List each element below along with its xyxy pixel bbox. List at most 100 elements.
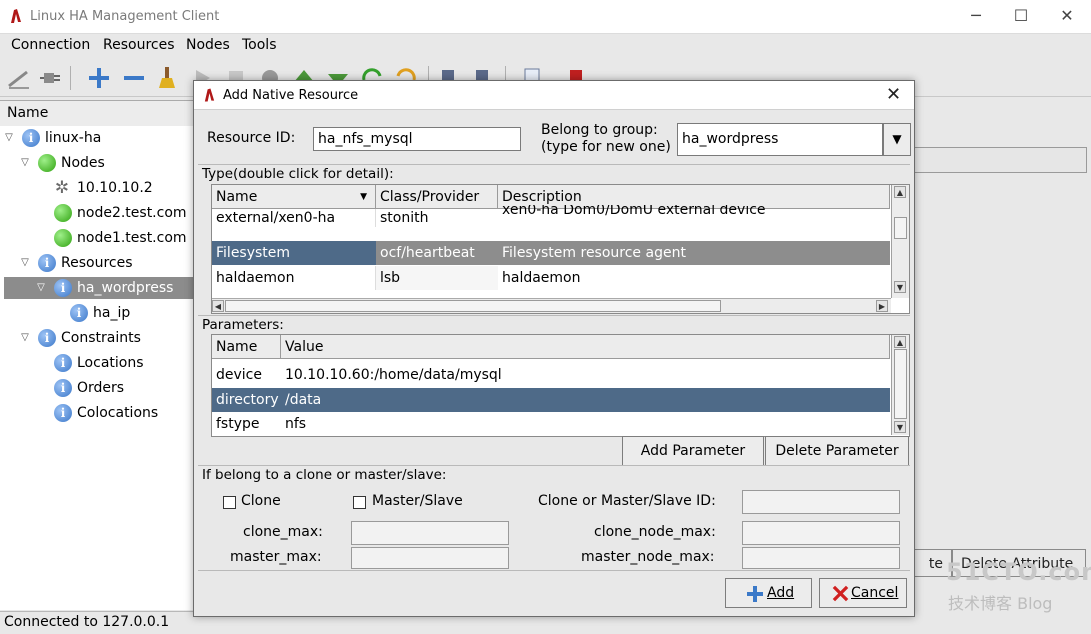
minimize-icon[interactable]: ─	[954, 4, 998, 28]
master-slave-label[interactable]: Master/Slave	[372, 493, 463, 509]
clone-label[interactable]: Clone	[241, 493, 281, 509]
tree-header[interactable]: Name	[0, 100, 193, 127]
group-dropdown-icon[interactable]: ▼	[883, 123, 911, 156]
param-row-value-selected[interactable]: /data	[281, 388, 890, 412]
param-row-name[interactable]: fstype	[212, 413, 281, 435]
remove-icon[interactable]	[122, 66, 146, 90]
clone-checkbox[interactable]	[223, 496, 236, 509]
group-label: Belong to group:	[541, 122, 658, 138]
master-slave-checkbox[interactable]	[353, 496, 366, 509]
type-row-description[interactable]: xen0-ha Dom0/DomU external device	[498, 205, 890, 223]
collapse-arrow-icon[interactable]: ▽	[20, 152, 30, 174]
type-row-class-selected[interactable]: ocf/heartbeat	[376, 241, 498, 265]
param-row-name-selected[interactable]: directory	[212, 388, 281, 412]
menu-resources[interactable]: Resources	[103, 37, 175, 53]
resource-id-input[interactable]: ha_nfs_mysql	[313, 127, 521, 151]
master-max-input[interactable]	[351, 547, 509, 569]
tree-item-orders[interactable]: i Orders	[0, 377, 193, 399]
clone-max-input[interactable]	[351, 521, 509, 545]
add-button[interactable]: Add	[725, 578, 812, 608]
delete-parameter-button[interactable]: Delete Parameter	[765, 436, 909, 466]
disconnect-icon[interactable]	[38, 66, 62, 90]
type-row-name[interactable]: external/xen0-ha	[212, 209, 376, 227]
vscroll-thumb[interactable]	[894, 349, 907, 419]
clone-ms-id-input[interactable]	[742, 490, 900, 514]
param-row-name[interactable]: device	[212, 363, 281, 387]
connect-icon[interactable]	[7, 66, 31, 90]
cancel-button-label: Cancel	[851, 585, 899, 601]
scroll-left-icon[interactable]: ◀	[212, 300, 224, 312]
add-button-label: Add	[767, 585, 795, 601]
clone-section-label: If belong to a clone or master/slave:	[202, 467, 447, 483]
master-node-max-input[interactable]	[742, 547, 900, 569]
tree-item-locations[interactable]: i Locations	[0, 352, 193, 374]
scroll-down-icon[interactable]: ▼	[894, 281, 906, 293]
node-online-icon	[54, 229, 72, 247]
cleanup-broom-icon[interactable]	[155, 66, 179, 90]
tree-item-ha-ip[interactable]: i ha_ip	[0, 302, 193, 324]
group-combo-input[interactable]: ha_wordpress	[677, 123, 883, 156]
scroll-right-icon[interactable]: ▶	[876, 300, 888, 312]
tree-item-constraints[interactable]: ▽ i Constraints	[0, 327, 193, 349]
tree-item-node1[interactable]: node1.test.com	[0, 227, 193, 249]
close-window-icon[interactable]: ✕	[1045, 4, 1089, 28]
tree-item-nodes[interactable]: ▽ Nodes	[0, 152, 193, 174]
tree-item-label: node2.test.com	[77, 205, 187, 221]
menu-tools[interactable]: Tools	[242, 37, 277, 53]
type-hscrollbar[interactable]: ◀ ▶	[212, 298, 891, 313]
type-col-class[interactable]: Class/Provider	[376, 185, 498, 209]
info-icon: i	[70, 304, 88, 322]
collapse-arrow-icon[interactable]: ▽	[36, 277, 46, 299]
menu-nodes[interactable]: Nodes	[186, 37, 230, 53]
tree-item-label: Colocations	[77, 405, 159, 421]
vscroll-thumb[interactable]	[894, 217, 907, 239]
resource-type-table: Name ▼ Class/Provider Description externa…	[211, 184, 910, 314]
master-node-max-label: master_node_max:	[581, 549, 715, 565]
maximize-icon[interactable]: ☐	[999, 4, 1043, 28]
tree-item-resources[interactable]: ▽ i Resources	[0, 252, 193, 274]
clone-node-max-input[interactable]	[742, 521, 900, 545]
tree-item-node2[interactable]: node2.test.com	[0, 202, 193, 224]
cancel-button[interactable]: Cancel	[819, 578, 907, 608]
type-row-description-selected[interactable]: Filesystem resource agent	[498, 241, 890, 265]
tools-icon: ✲	[54, 178, 70, 198]
scroll-down-icon[interactable]: ▼	[894, 421, 906, 433]
param-row-value[interactable]: nfs	[281, 413, 890, 435]
tree-item-linux-ha[interactable]: ▽ i linux-ha	[0, 127, 193, 149]
tree-header-label: Name	[7, 105, 49, 121]
scroll-up-icon[interactable]: ▲	[894, 336, 906, 348]
tree-item-ha-wordpress[interactable]: ▽ i ha_wordpress	[4, 277, 193, 299]
type-row-name-selected[interactable]: Filesystem	[212, 241, 376, 265]
type-col-name[interactable]: Name ▼	[212, 185, 376, 209]
tree-item-label: ha_ip	[93, 305, 131, 321]
add-native-resource-dialog: Add Native Resource ✕ Resource ID: ha_nf…	[193, 80, 915, 617]
window-titlebar: Linux HA Management Client ─ ☐ ✕	[0, 0, 1091, 34]
collapse-arrow-icon[interactable]: ▽	[4, 127, 14, 149]
collapse-arrow-icon[interactable]: ▽	[20, 327, 30, 349]
toolbar-separator	[70, 66, 71, 90]
add-icon[interactable]	[87, 66, 111, 90]
info-icon: i	[38, 254, 56, 272]
add-parameter-button[interactable]: Add Parameter	[622, 436, 764, 466]
window-title: Linux HA Management Client	[30, 9, 220, 24]
type-row-description[interactable]: haldaemon	[498, 266, 890, 290]
param-col-name[interactable]: Name	[212, 335, 281, 359]
scroll-up-icon[interactable]: ▲	[894, 186, 906, 198]
section-divider	[198, 570, 910, 571]
menu-connection[interactable]: Connection	[11, 37, 90, 53]
collapse-arrow-icon[interactable]: ▽	[20, 252, 30, 274]
watermark-subtitle: 技术博客 Blog	[948, 594, 1053, 613]
hscroll-thumb[interactable]	[225, 300, 721, 312]
tree-item-colocations[interactable]: i Colocations	[0, 402, 193, 424]
tree-item-node-ip[interactable]: ✲ 10.10.10.2	[0, 177, 193, 199]
info-icon: i	[54, 279, 72, 297]
type-row-class[interactable]: lsb	[376, 266, 498, 290]
close-icon[interactable]: ✕	[886, 84, 901, 105]
add-icon	[747, 586, 763, 602]
params-vscrollbar[interactable]: ▲ ▼	[891, 335, 909, 435]
param-col-value[interactable]: Value	[281, 335, 890, 359]
type-vscrollbar[interactable]: ▲ ▼	[891, 185, 909, 298]
type-row-name[interactable]: haldaemon	[212, 266, 376, 290]
param-row-value[interactable]: 10.10.10.60:/home/data/mysql	[281, 363, 890, 387]
type-row-class[interactable]: stonith	[376, 209, 498, 227]
